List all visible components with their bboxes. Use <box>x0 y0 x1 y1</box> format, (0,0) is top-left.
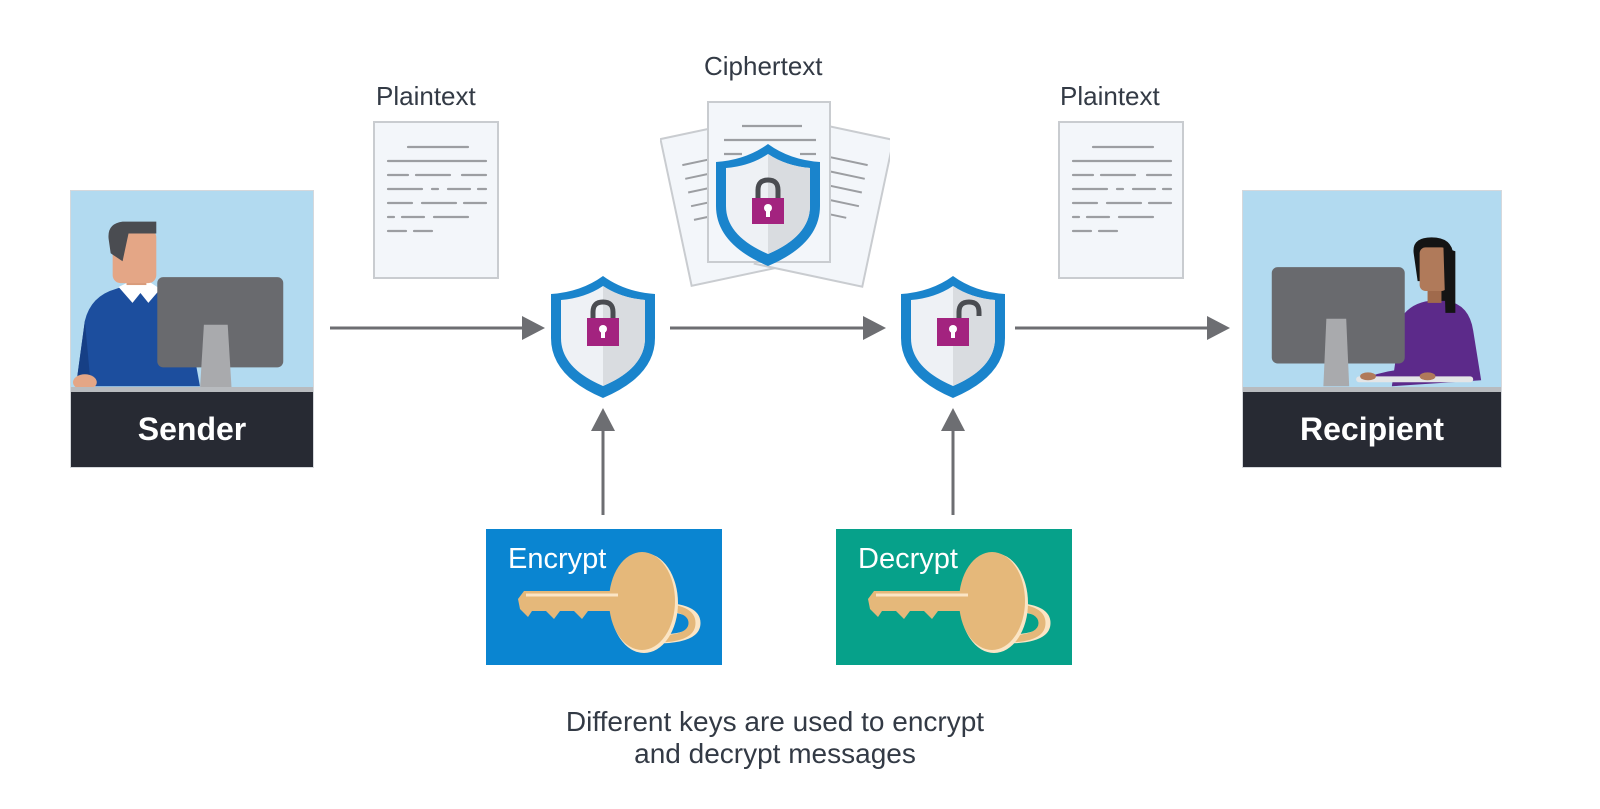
decrypt-key-box: Decrypt <box>836 529 1072 665</box>
footnote: Different keys are used to encrypt and d… <box>0 706 1575 770</box>
decrypt-shield-icon <box>901 276 1005 398</box>
flow-arrows <box>330 316 1230 515</box>
encrypt-shield-icon <box>551 276 655 398</box>
key-icon <box>868 552 1051 653</box>
key-icon <box>518 552 701 653</box>
footnote-line-1: Different keys are used to encrypt <box>565 706 985 737</box>
encrypt-key-box: Encrypt <box>486 529 722 665</box>
footnote-line-2: and decrypt messages <box>634 738 916 769</box>
